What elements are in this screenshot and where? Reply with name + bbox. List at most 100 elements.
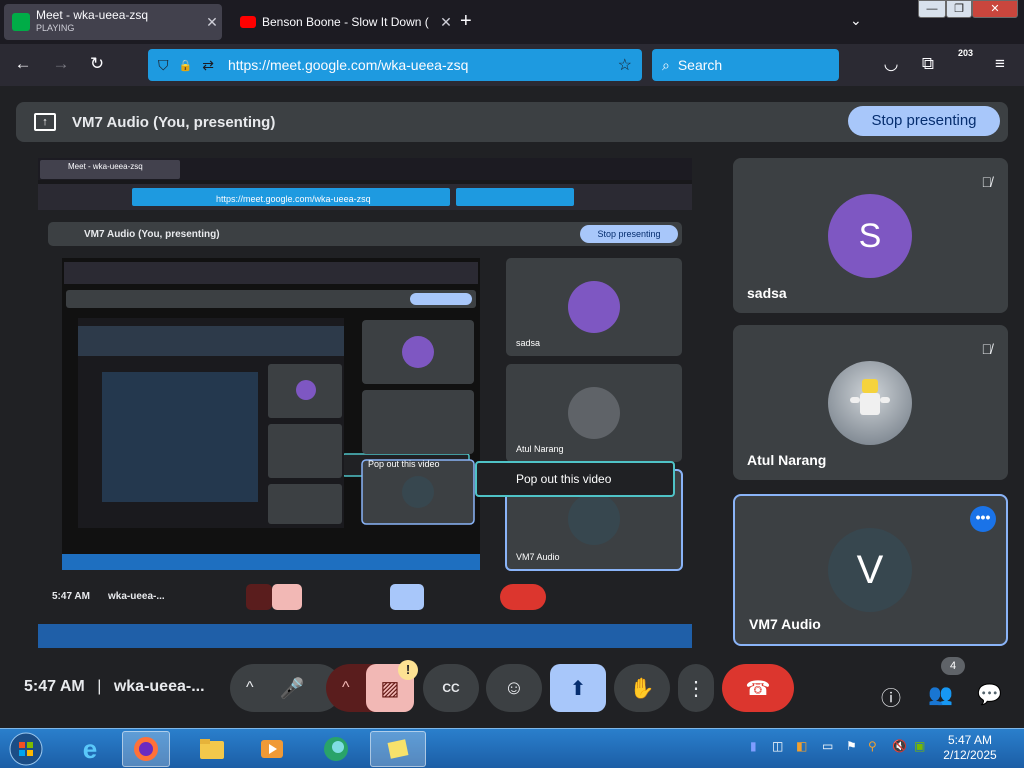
separator: | (97, 678, 102, 695)
extensions-icon[interactable]: ⧉ (917, 54, 939, 74)
present-screen-icon: ↑ (34, 113, 56, 131)
navigation-toolbar: ← → ↻ ⛉ 🔒 ⇄ https://meet.google.com/wka-… (0, 44, 1024, 86)
leave-call-button[interactable]: ☎ (722, 664, 794, 712)
tab-title: Benson Boone - Slow It Down ( (262, 15, 429, 29)
pocket-icon[interactable]: ◡ (880, 54, 902, 74)
tray-volume-icon[interactable]: 🔇 (892, 739, 907, 753)
mirror-presenting-label: VM7 Audio (You, presenting) (84, 229, 220, 240)
internet-explorer-icon[interactable]: e (66, 731, 114, 767)
edge-logo-icon (324, 737, 348, 761)
search-input[interactable]: ⌕ Search (652, 49, 839, 81)
meeting-time-and-code: 5:47 AM | wka-ueea-... (24, 678, 205, 696)
extension-badge: 203 (958, 48, 974, 58)
lego-figure-icon (850, 379, 890, 415)
mirror-tab-title: Meet - wka-ueea-zsq (68, 162, 143, 171)
back-icon[interactable]: ← (12, 54, 34, 74)
tab-meet[interactable]: Meet - wka-ueea-zsq PLAYING ✕ (4, 4, 222, 40)
present-screen-button[interactable]: ⬆ (550, 664, 606, 712)
menu-icon[interactable]: ≡ (989, 54, 1011, 74)
meeting-code: wka-ueea-... (113, 678, 205, 695)
mirror-participant-name: VM7 Audio (516, 552, 560, 562)
taskbar-clock[interactable]: 5:47 AM 2/12/2025 (932, 733, 1008, 763)
file-explorer-icon[interactable] (188, 731, 236, 767)
tray-mic-icon[interactable]: ▮ (750, 739, 757, 753)
taskbar-date: 2/12/2025 (943, 748, 997, 762)
audio-options-chevron-icon[interactable]: ^ (246, 679, 254, 697)
media-player-icon[interactable] (248, 731, 296, 767)
mic-off-icon: 🎙̸ (981, 341, 993, 357)
close-window-button[interactable]: ✕ (972, 0, 1018, 18)
mirror-participant-name: Atul Narang (516, 444, 564, 454)
notes-icon (387, 739, 409, 759)
url-text[interactable]: https://meet.google.com/wka-ueea-zsq (228, 57, 608, 73)
emoji-reaction-button[interactable]: ☺ (486, 664, 542, 712)
browser-tab-bar: Meet - wka-ueea-zsq PLAYING ✕ Benson Boo… (0, 0, 1024, 44)
participant-name: VM7 Audio (749, 616, 821, 632)
meeting-time: 5:47 AM (24, 678, 85, 695)
mirror-pop-out-label: Pop out this video (516, 472, 612, 486)
avatar (828, 361, 912, 445)
mirror-time: 5:47 AM (52, 591, 90, 602)
permissions-icon[interactable]: ⇄ (202, 57, 214, 74)
microphone-icon[interactable]: 🎤 (280, 676, 305, 701)
bookmark-star-icon[interactable]: ☆ (618, 55, 632, 75)
sticky-notes-icon[interactable] (370, 731, 426, 767)
mirror-meeting-code: wka-ueea-... (108, 591, 165, 602)
tab-title: Meet - wka-ueea-zsq (36, 9, 149, 22)
mirror-pop-out-label-small: Pop out this video (368, 459, 440, 469)
tray-office-icon[interactable]: ◧ (796, 739, 807, 753)
captions-button[interactable]: CC (423, 664, 479, 712)
search-icon: ⌕ (662, 56, 670, 73)
firefox-logo-icon (134, 737, 158, 761)
new-tab-button[interactable]: + (460, 10, 472, 33)
raise-hand-button[interactable]: ✋ (614, 664, 670, 712)
shared-screen-preview: Meet - wka-ueea-zsq https://meet.google.… (38, 158, 692, 648)
edge-icon[interactable] (312, 731, 360, 767)
participant-tile-atul-narang[interactable]: 🎙̸ Atul Narang (733, 325, 1008, 480)
mirror-url: https://meet.google.com/wka-ueea-zsq (216, 194, 371, 204)
youtube-favicon-icon (240, 16, 256, 28)
participant-name: Atul Narang (747, 452, 827, 468)
firefox-icon[interactable] (122, 731, 170, 767)
reload-icon[interactable]: ↻ (86, 54, 108, 74)
stop-presenting-button[interactable]: Stop presenting (848, 106, 1000, 136)
minimize-button[interactable]: — (918, 0, 946, 18)
presenting-label: VM7 Audio (You, presenting) (72, 113, 276, 131)
mirror-stop-presenting: Stop presenting (597, 229, 661, 239)
tab-youtube[interactable]: Benson Boone - Slow It Down ( ✕ (232, 4, 456, 40)
close-tab-icon[interactable]: ✕ (436, 14, 456, 31)
tray-flag-icon[interactable]: ⚑ (846, 739, 857, 753)
people-icon[interactable]: 👥 (928, 682, 953, 707)
tray-app-icon[interactable]: ◫ (772, 739, 783, 753)
chat-icon[interactable]: 💬 (977, 682, 1002, 707)
people-count-badge: 4 (941, 657, 965, 675)
camera-warning-icon: ! (398, 660, 418, 680)
avatar: S (828, 194, 912, 278)
participant-tile-sadsa[interactable]: 🎙̸ S sadsa (733, 158, 1008, 313)
mic-off-icon: 🎙̸ (981, 174, 993, 190)
shield-icon[interactable]: ⛉ (158, 57, 169, 74)
start-orb-icon (9, 732, 43, 766)
close-tab-icon[interactable]: ✕ (202, 14, 222, 31)
media-icon (261, 740, 283, 758)
tray-display-icon[interactable]: ▭ (822, 739, 833, 753)
address-bar[interactable]: ⛉ 🔒 ⇄ https://meet.google.com/wka-ueea-z… (148, 49, 642, 81)
video-options-chevron-icon[interactable]: ^ (342, 679, 350, 697)
search-placeholder: Search (677, 57, 723, 73)
presenting-banner: ↑ VM7 Audio (You, presenting) Stop prese… (16, 102, 1008, 142)
participant-name: sadsa (747, 285, 787, 301)
forward-icon[interactable]: → (50, 54, 72, 74)
tab-playing-label: PLAYING (36, 23, 75, 33)
meeting-info-icon[interactable]: ⓘ (881, 682, 901, 711)
participant-tile-vm7-audio[interactable]: ••• V VM7 Audio (733, 494, 1008, 646)
windows-start-icon[interactable] (4, 731, 48, 767)
more-options-button[interactable]: ⋮ (678, 664, 714, 712)
lock-icon[interactable]: 🔒 (179, 59, 193, 72)
restore-button[interactable]: ❐ (946, 0, 972, 18)
tray-search-icon[interactable]: ⚲ (868, 739, 877, 753)
tray-nvidia-icon[interactable]: ▣ (914, 739, 925, 753)
meet-page: ↑ VM7 Audio (You, presenting) Stop prese… (0, 86, 1024, 728)
more-options-icon[interactable]: ••• (970, 506, 996, 532)
mirror-participant-name: sadsa (516, 338, 541, 348)
list-all-tabs-button[interactable]: ⌄ (850, 12, 862, 29)
